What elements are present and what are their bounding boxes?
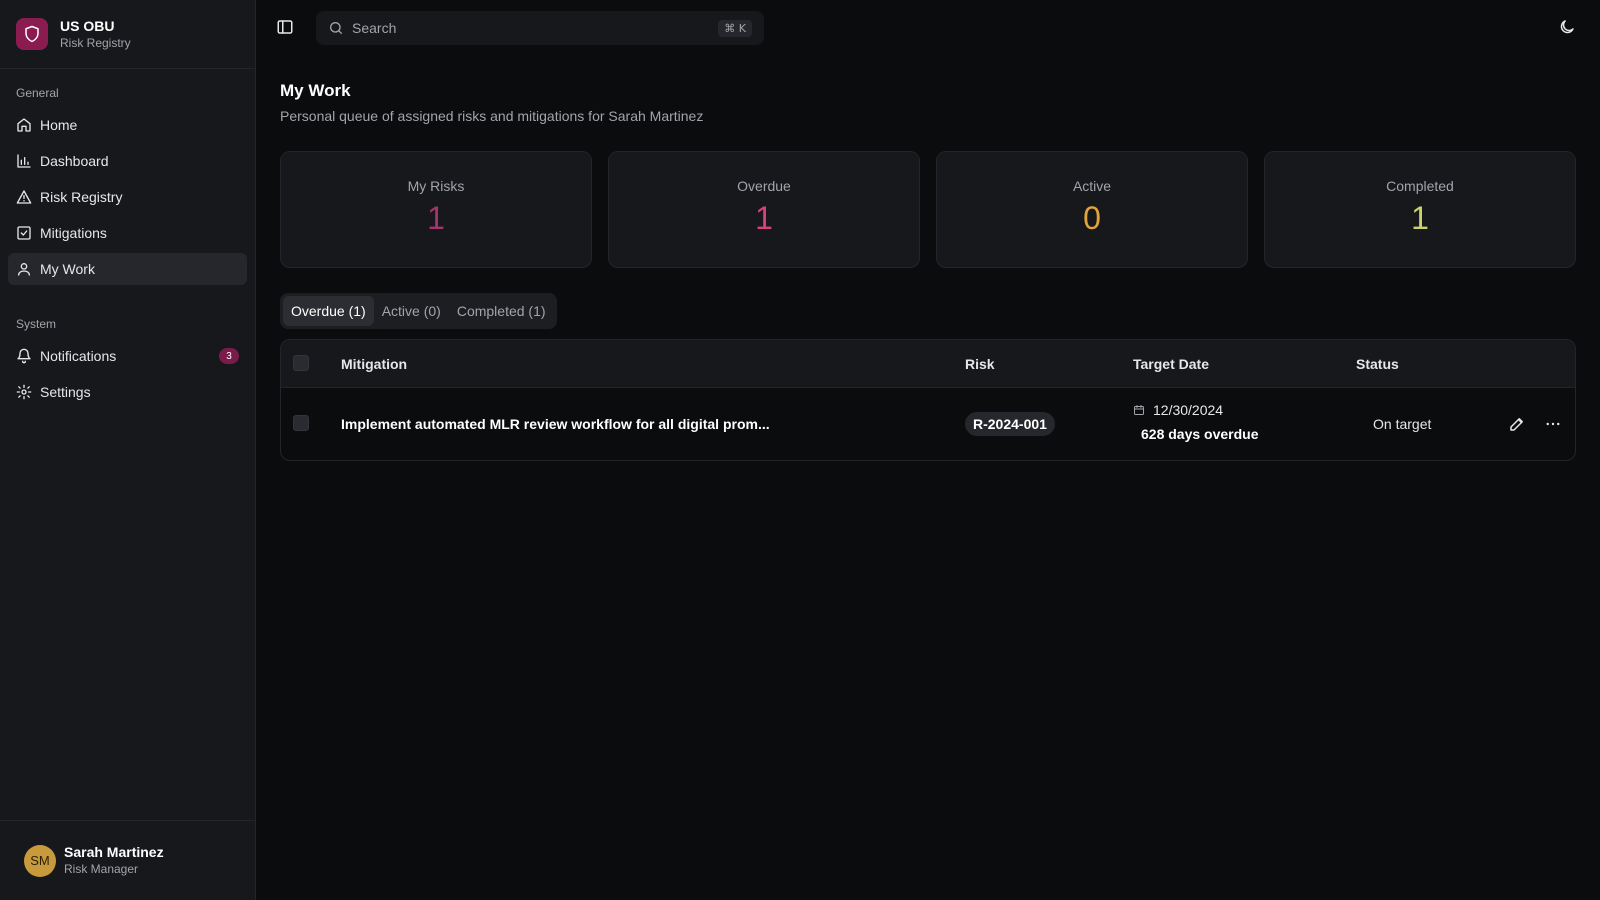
sidebar-toggle-icon[interactable] — [276, 18, 294, 36]
tab-overdue[interactable]: Overdue (1) — [283, 296, 374, 326]
checkbox-icon — [16, 225, 32, 241]
page-title: My Work — [280, 81, 351, 100]
stat-card-overdue: Overdue 1 — [608, 151, 920, 268]
calendar-icon — [1133, 404, 1153, 416]
moon-icon[interactable] — [1558, 18, 1576, 36]
search-shortcut: ⌘ K — [718, 19, 752, 37]
app-subtitle: Risk Registry — [60, 35, 131, 50]
stat-value: 1 — [427, 200, 445, 236]
page-subtitle: Personal queue of assigned risks and mit… — [280, 108, 704, 124]
sidebar-item-home[interactable]: Home — [8, 109, 247, 141]
stat-value: 0 — [1083, 200, 1101, 236]
sidebar-item-notifications[interactable]: Notifications 3 — [8, 340, 247, 372]
work-tabs: Overdue (1) Active (0) Completed (1) — [280, 293, 557, 329]
column-header-risk[interactable]: Risk — [965, 356, 995, 372]
column-header-target-date[interactable]: Target Date — [1133, 356, 1209, 372]
shield-logo-icon — [16, 18, 48, 50]
stat-label: Overdue — [737, 178, 791, 194]
select-all-checkbox[interactable] — [293, 355, 309, 371]
more-options-icon[interactable] — [1544, 415, 1562, 433]
search-input[interactable] — [352, 20, 719, 36]
sidebar-item-dashboard[interactable]: Dashboard — [8, 145, 247, 177]
main-content: My Work Personal queue of assigned risks… — [280, 80, 1576, 461]
mitigation-title[interactable]: Implement automated MLR review workflow … — [341, 416, 770, 432]
tab-active[interactable]: Active (0) — [374, 296, 449, 326]
user-profile[interactable]: SM Sarah Martinez Risk Manager — [0, 820, 255, 900]
column-header-status[interactable]: Status — [1356, 356, 1399, 372]
user-role: Risk Manager — [64, 862, 139, 876]
target-date: 12/30/2024 — [1153, 402, 1224, 418]
brand-header[interactable]: US OBU Risk Registry — [0, 0, 255, 69]
user-name: Sarah Martinez — [64, 844, 164, 860]
sidebar-item-label: Settings — [40, 384, 91, 400]
column-header-mitigation[interactable]: Mitigation — [341, 356, 407, 372]
status-text: On target — [1373, 416, 1432, 432]
nav-section-system: System Notifications 3 Settings — [0, 313, 255, 408]
sidebar: US OBU Risk Registry General Home Dashbo… — [0, 0, 256, 900]
overdue-label: 628 days overdue — [1141, 426, 1259, 442]
app-title: US OBU — [60, 17, 115, 34]
sidebar-item-mitigations[interactable]: Mitigations — [8, 217, 247, 249]
stat-value: 1 — [755, 200, 773, 236]
stats-cards: My Risks 1 Overdue 1 Active 0 Completed … — [280, 151, 1576, 268]
sidebar-item-settings[interactable]: Settings — [8, 376, 247, 408]
sidebar-item-label: Home — [40, 117, 78, 133]
top-bar: ⌘ K — [256, 0, 1600, 56]
mitigations-table: Mitigation Risk Target Date Status Imple… — [280, 339, 1576, 461]
sidebar-item-label: Dashboard — [40, 153, 109, 169]
user-icon — [16, 261, 32, 277]
nav-heading-general: General — [16, 86, 59, 100]
edit-pencil-icon[interactable] — [1508, 415, 1526, 433]
stat-label: Completed — [1386, 178, 1454, 194]
avatar: SM — [24, 844, 56, 877]
sidebar-item-label: Risk Registry — [40, 189, 123, 205]
nav-heading-system: System — [16, 317, 57, 331]
bar-chart-icon — [16, 153, 32, 169]
home-icon — [16, 117, 32, 133]
stat-card-completed: Completed 1 — [1264, 151, 1576, 268]
sidebar-item-label: My Work — [40, 261, 95, 277]
row-checkbox[interactable] — [293, 415, 309, 431]
risk-id-badge[interactable]: R-2024-001 — [965, 412, 1055, 436]
sidebar-item-label: Mitigations — [40, 225, 107, 241]
search-icon — [328, 20, 344, 36]
tab-completed[interactable]: Completed (1) — [449, 296, 554, 326]
sidebar-item-my-work[interactable]: My Work — [8, 253, 247, 285]
table-row[interactable]: Implement automated MLR review workflow … — [281, 388, 1575, 460]
sidebar-item-risk-registry[interactable]: Risk Registry — [8, 181, 247, 213]
search-bar[interactable]: ⌘ K — [316, 11, 764, 45]
target-date-cell: 12/30/2024 628 days overdue — [1133, 402, 1259, 442]
bell-icon — [16, 348, 32, 364]
nav-section-general: General Home Dashboard Risk Registry Mit… — [0, 82, 255, 285]
stat-label: Active — [1072, 178, 1112, 194]
sidebar-item-label: Notifications — [40, 348, 117, 364]
table-header: Mitigation Risk Target Date Status — [281, 340, 1575, 388]
warning-icon — [16, 189, 32, 205]
stat-card-my-risks: My Risks 1 — [280, 151, 592, 268]
stat-value: 1 — [1411, 200, 1429, 236]
stat-label: My Risks — [407, 178, 465, 194]
gear-icon — [16, 384, 32, 400]
stat-card-active: Active 0 — [936, 151, 1248, 268]
notification-count-badge: 3 — [219, 348, 239, 364]
